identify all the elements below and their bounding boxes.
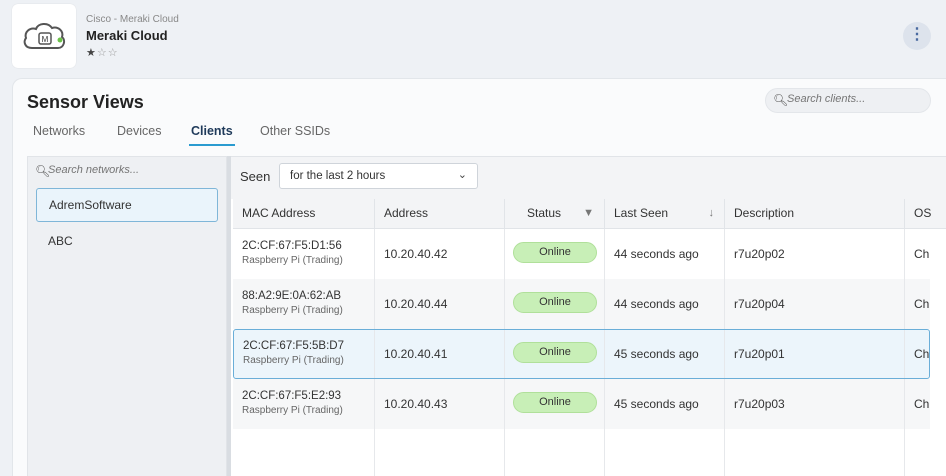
sort-descending-icon[interactable]: ↓ — [709, 199, 715, 228]
filter-icon[interactable]: ▼ — [583, 199, 594, 228]
last-seen-cell: 44 seconds ago — [605, 229, 725, 279]
table-row[interactable]: 88:A2:9E:0A:62:AB Raspberry Pi (Trading) … — [233, 279, 930, 329]
column-header-mac[interactable]: MAC Address — [233, 199, 375, 229]
column-header-address[interactable]: Address — [375, 199, 505, 229]
status-badge: Online — [513, 392, 597, 413]
os-cell: Chr — [914, 397, 930, 411]
empty-grid-area — [505, 429, 605, 476]
networks-panel: 🔍︎ AdremSoftware ABC — [27, 156, 227, 476]
empty-grid-area — [605, 429, 725, 476]
app-vendor: Cisco - Meraki Cloud — [86, 14, 179, 25]
network-search-box[interactable]: 🔍︎ — [33, 161, 223, 183]
app-icon: M — [12, 4, 76, 68]
last-seen-cell: 45 seconds ago — [605, 330, 725, 378]
tab-clients[interactable]: Clients — [189, 124, 235, 146]
network-item-adremsoftware[interactable]: AdremSoftware — [36, 188, 218, 222]
column-header-os[interactable]: OS — [905, 199, 946, 229]
main-card: Sensor Views 🔍︎ Networks Devices Clients… — [12, 78, 946, 476]
chevron-down-icon: ⌄ — [457, 169, 467, 181]
status-cell: Online — [505, 229, 605, 279]
empty-grid-area — [375, 429, 505, 476]
network-search-input[interactable] — [48, 164, 218, 176]
tab-devices[interactable]: Devices — [117, 124, 161, 138]
client-search-input[interactable] — [787, 93, 922, 105]
seen-period-value: for the last 2 hours — [290, 170, 386, 182]
seen-label: Seen — [240, 169, 271, 184]
address-cell: 10.20.40.43 — [375, 379, 505, 429]
mac-cell: 2C:CF:67:F5:D1:56 Raspberry Pi (Trading) — [233, 229, 375, 279]
column-header-last-seen[interactable]: Last Seen ↓ — [605, 199, 725, 229]
status-cell: Online — [505, 279, 605, 329]
description-cell: r7u20p01 — [725, 330, 905, 378]
filter-bar: Seen for the last 2 hours ⌄ — [231, 157, 946, 199]
description-cell: r7u20p04 — [725, 279, 905, 329]
app-title: Meraki Cloud — [86, 28, 168, 43]
mac-cell: 2C:CF:67:F5:5B:D7 Raspberry Pi (Trading) — [234, 330, 375, 378]
clients-panel: Seen for the last 2 hours ⌄ MAC Address … — [231, 156, 946, 476]
more-options-button[interactable]: ⋮ — [903, 22, 931, 50]
mac-cell: 2C:CF:67:F5:E2:93 Raspberry Pi (Trading) — [233, 379, 375, 429]
star-empty-icon[interactable]: ☆ — [97, 47, 108, 59]
os-cell: Chr — [914, 297, 930, 311]
search-icon: 🔍︎ — [773, 93, 789, 107]
svg-text:M: M — [42, 35, 49, 44]
column-header-status[interactable]: Status ▼ — [505, 199, 605, 229]
tab-other-ssids[interactable]: Other SSIDs — [260, 124, 330, 138]
cloud-m-icon: M — [23, 23, 66, 49]
status-cell: Online — [505, 379, 605, 429]
last-seen-cell: 44 seconds ago — [605, 279, 725, 329]
network-item-abc[interactable]: ABC — [36, 224, 218, 258]
page-title: Sensor Views — [27, 92, 144, 112]
status-badge: Online — [513, 292, 597, 313]
empty-grid-area — [725, 429, 905, 476]
table-row[interactable]: 2C:CF:67:F5:E2:93 Raspberry Pi (Trading) … — [233, 379, 930, 429]
star-empty-icon[interactable]: ☆ — [108, 47, 119, 59]
last-seen-cell: 45 seconds ago — [605, 379, 725, 429]
address-cell: 10.20.40.44 — [375, 279, 505, 329]
address-cell: 10.20.40.41 — [375, 330, 505, 378]
rating-stars[interactable]: ★☆☆ — [86, 46, 119, 59]
client-search-box[interactable]: 🔍︎ — [765, 88, 931, 113]
table-row[interactable]: 2C:CF:67:F5:D1:56 Raspberry Pi (Trading) … — [233, 229, 930, 279]
status-badge: Online — [513, 242, 597, 263]
table-row-selected[interactable]: 2C:CF:67:F5:5B:D7 Raspberry Pi (Trading) … — [233, 329, 930, 379]
os-cell: Chr — [914, 247, 930, 261]
clients-table: MAC Address Address Status ▼ Last Seen ↓ D… — [233, 199, 946, 476]
description-cell: r7u20p03 — [725, 379, 905, 429]
description-cell: r7u20p02 — [725, 229, 905, 279]
mac-cell: 88:A2:9E:0A:62:AB Raspberry Pi (Trading) — [233, 279, 375, 329]
os-cell: Chr — [914, 347, 929, 361]
table-header: MAC Address Address Status ▼ Last Seen ↓ D… — [233, 199, 946, 229]
address-cell: 10.20.40.42 — [375, 229, 505, 279]
status-badge: Online — [513, 342, 597, 363]
star-filled-icon[interactable]: ★ — [86, 47, 97, 59]
empty-grid-area — [233, 429, 375, 476]
vertical-ellipsis-icon: ⋮ — [909, 26, 925, 43]
seen-period-dropdown[interactable]: for the last 2 hours ⌄ — [279, 163, 478, 189]
status-cell: Online — [505, 330, 605, 378]
column-header-description[interactable]: Description — [725, 199, 905, 229]
tab-networks[interactable]: Networks — [33, 124, 85, 138]
app-header: M Cisco - Meraki Cloud Meraki Cloud ★☆☆ … — [0, 0, 946, 78]
